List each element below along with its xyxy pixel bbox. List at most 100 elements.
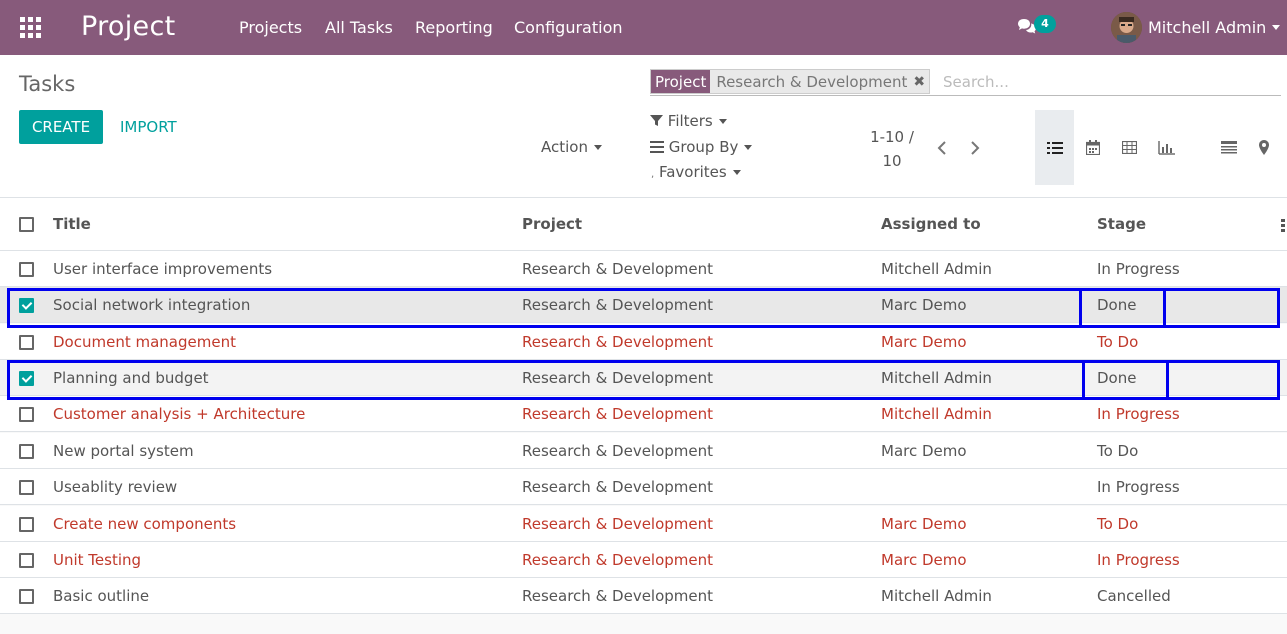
facet-value: Research & Development (710, 70, 914, 93)
search-input[interactable] (943, 70, 1273, 94)
row-checkbox[interactable] (19, 262, 34, 277)
task-project: Research & Development (522, 333, 714, 351)
task-project: Research & Development (522, 405, 714, 423)
row-checkbox[interactable] (19, 335, 34, 350)
search-bar: Project Research & Development ✖ (650, 69, 1281, 96)
task-assignee: Marc Demo (881, 515, 967, 533)
chevron-left-icon[interactable] (936, 137, 948, 161)
row-checkbox[interactable] (19, 589, 34, 604)
task-title: Unit Testing (53, 551, 142, 569)
facet-label: Project (651, 70, 711, 93)
table-row[interactable]: Basic outline Research & Development Mit… (0, 578, 1287, 614)
action-dropdown[interactable]: Action (541, 138, 602, 156)
menu-projects[interactable]: Projects (239, 18, 302, 37)
select-all-checkbox[interactable] (19, 217, 34, 232)
favorites-dropdown[interactable]: , Favorites (651, 163, 741, 181)
import-button[interactable]: IMPORT (120, 118, 177, 136)
table-row[interactable]: User interface improvements Research & D… (0, 251, 1287, 287)
task-assignee: Marc Demo (881, 551, 967, 569)
chevron-right-icon[interactable] (969, 137, 981, 161)
task-project: Research & Development (522, 587, 714, 605)
task-stage: Cancelled (1097, 587, 1171, 605)
table-row[interactable]: Customer analysis + Architecture Researc… (0, 396, 1287, 432)
table-row[interactable]: Useablity review Research & Development … (0, 469, 1287, 505)
table-row[interactable]: Create new components Research & Develop… (0, 506, 1287, 542)
optional-columns-icon[interactable] (1281, 219, 1285, 234)
activity-view-icon[interactable] (1209, 110, 1248, 185)
task-project: Research & Development (522, 260, 714, 278)
task-assignee: Mitchell Admin (881, 260, 992, 278)
task-assignee: Mitchell Admin (881, 369, 992, 387)
table-row[interactable]: Document management Research & Developme… (0, 324, 1287, 360)
main-navbar: Project Projects All Tasks Reporting Con… (0, 0, 1287, 55)
task-stage: In Progress (1097, 260, 1180, 278)
caret-down-icon (593, 145, 602, 150)
table-row[interactable]: New portal system Research & Development… (0, 433, 1287, 469)
task-project: Research & Development (522, 442, 714, 460)
task-project: Research & Development (522, 551, 714, 569)
row-checkbox[interactable] (19, 517, 34, 532)
task-stage: In Progress (1097, 405, 1180, 423)
pager-value[interactable]: 1-10 / 10 (866, 125, 918, 173)
search-facet: Project Research & Development ✖ (650, 69, 931, 94)
row-checkbox[interactable] (19, 298, 34, 313)
create-button[interactable]: CREATE (19, 110, 103, 144)
task-title: Basic outline (53, 587, 150, 605)
app-brand[interactable]: Project (81, 11, 175, 42)
task-project: Research & Development (522, 515, 714, 533)
task-stage: In Progress (1097, 551, 1180, 569)
chat-count-badge: 4 (1034, 15, 1056, 33)
column-stage-header[interactable]: Stage (1097, 215, 1146, 233)
close-icon[interactable]: ✖ (913, 70, 930, 93)
column-project-header[interactable]: Project (522, 215, 582, 233)
table-row[interactable]: Unit Testing Research & Development Marc… (0, 542, 1287, 578)
calendar-view-icon[interactable] (1073, 110, 1112, 185)
task-title: User interface improvements (53, 260, 273, 278)
task-title: Planning and budget (53, 369, 209, 387)
row-checkbox[interactable] (19, 371, 34, 386)
task-project: Research & Development (522, 478, 714, 496)
task-title: Document management (53, 333, 236, 351)
task-assignee: Marc Demo (881, 442, 967, 460)
groupby-label: Group By (668, 138, 739, 156)
graph-view-icon[interactable] (1147, 110, 1186, 185)
favorites-label: Favorites (658, 163, 727, 181)
pager-total: 10 (882, 152, 902, 170)
task-title: Useablity review (53, 478, 178, 496)
table-row[interactable]: Social network integration Research & De… (0, 287, 1287, 323)
bars-icon (650, 141, 664, 153)
task-project: Research & Development (522, 369, 714, 387)
task-stage: Done (1097, 296, 1137, 314)
user-menu-name[interactable]: Mitchell Admin (1148, 18, 1266, 37)
column-title-header[interactable]: Title (53, 215, 91, 233)
pivot-view-icon[interactable] (1110, 110, 1149, 185)
task-assignee: Mitchell Admin (881, 405, 992, 423)
menu-reporting[interactable]: Reporting (415, 18, 493, 37)
pager-range: 1-10 / (870, 128, 914, 146)
column-assigned-header[interactable]: Assigned to (881, 215, 981, 233)
task-assignee: Marc Demo (881, 296, 967, 314)
table-row[interactable]: Planning and budget Research & Developme… (0, 360, 1287, 396)
action-label: Action (541, 138, 588, 156)
filters-dropdown[interactable]: Filters (650, 112, 727, 130)
task-stage: In Progress (1097, 478, 1180, 496)
menu-configuration[interactable]: Configuration (514, 18, 623, 37)
list-view-icon[interactable] (1035, 110, 1074, 185)
groupby-dropdown[interactable]: Group By (650, 138, 753, 156)
row-checkbox[interactable] (19, 407, 34, 422)
avatar[interactable] (1111, 12, 1142, 43)
task-title: Create new components (53, 515, 237, 533)
task-title: New portal system (53, 442, 194, 460)
app-grid-icon[interactable] (20, 17, 41, 38)
filter-icon (650, 115, 663, 126)
map-view-icon[interactable] (1244, 110, 1283, 185)
menu-all-tasks[interactable]: All Tasks (325, 18, 393, 37)
row-checkbox[interactable] (19, 444, 34, 459)
row-checkbox[interactable] (19, 553, 34, 568)
chevron-down-icon[interactable] (1272, 25, 1280, 30)
caret-down-icon (718, 119, 727, 124)
filters-label: Filters (667, 112, 713, 130)
row-checkbox[interactable] (19, 480, 34, 495)
caret-down-icon (732, 170, 741, 175)
task-assignee: Marc Demo (881, 333, 967, 351)
